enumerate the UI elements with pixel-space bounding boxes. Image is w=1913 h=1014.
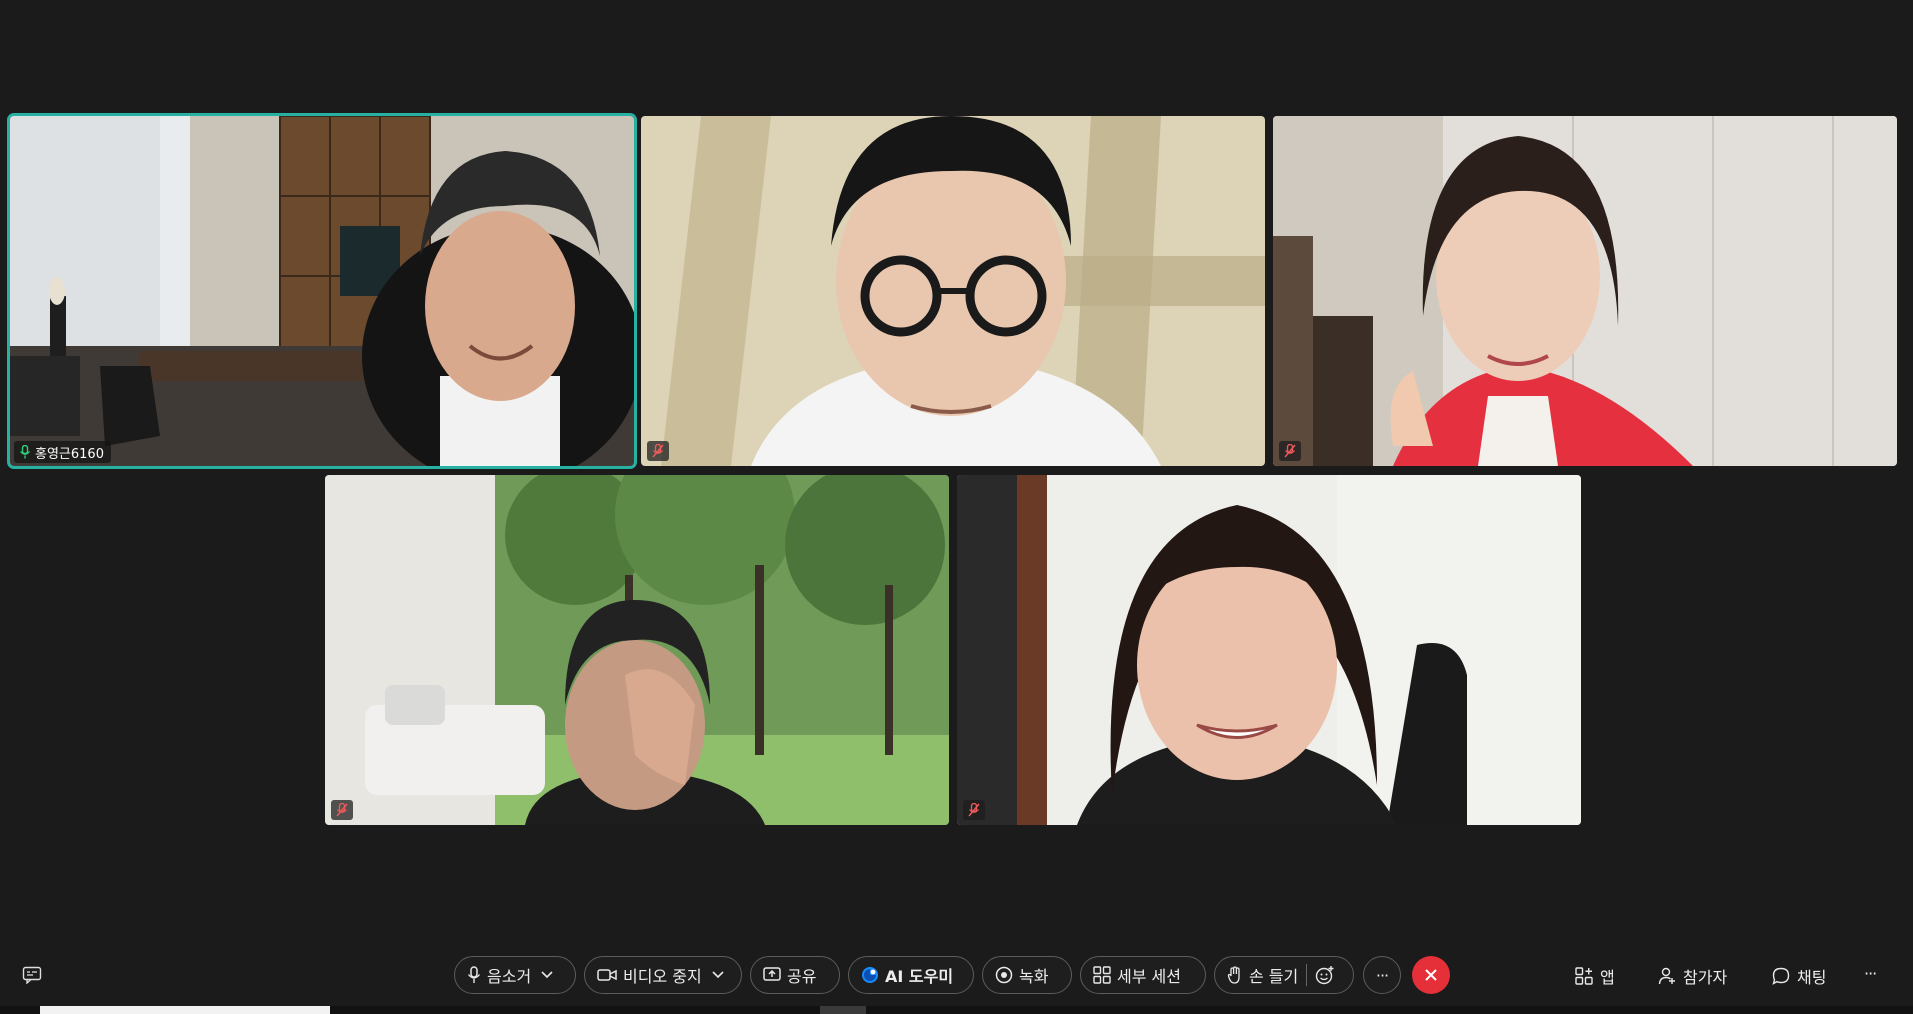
stop-video-label: 비디오 중지 [623, 967, 702, 986]
breakout-sessions-button[interactable]: 세부 세션 [1080, 956, 1206, 994]
participants-icon [1658, 967, 1675, 985]
share-label: 공유 [787, 967, 817, 986]
end-call-button[interactable] [1412, 956, 1450, 994]
muted-indicator [963, 800, 985, 820]
more-options-label: ··· [1375, 965, 1389, 985]
record-button[interactable]: 녹화 [982, 956, 1072, 994]
muted-indicator [331, 800, 353, 820]
share-screen-icon [763, 967, 781, 981]
video-tile-1[interactable]: 홍영근6160 [7, 113, 637, 469]
record-icon [995, 966, 1013, 984]
raise-hand-button[interactable]: 손 들기 [1214, 956, 1354, 994]
participant-video-5 [957, 475, 1581, 825]
ai-assistant-icon [862, 967, 878, 983]
chat-label: 채팅 [1797, 968, 1827, 987]
taskbar-segment [820, 1006, 866, 1014]
more-options-button[interactable]: ··· [1363, 956, 1401, 994]
captions-button[interactable] [22, 966, 42, 988]
participant-video-3 [1273, 116, 1897, 466]
muted-indicator [1279, 441, 1301, 461]
share-button[interactable]: 공유 [750, 956, 840, 994]
muted-indicator [647, 441, 669, 461]
mute-button[interactable]: 음소거 [454, 956, 576, 994]
participant-video-4 [325, 475, 949, 825]
apps-label: 앱 [1600, 968, 1615, 987]
participant-name-tag: 홍영근6160 [14, 441, 111, 463]
video-tile-4[interactable] [325, 475, 949, 825]
microphone-muted-icon [1284, 444, 1296, 458]
microphone-muted-icon [968, 803, 980, 817]
microphone-muted-icon [336, 803, 348, 817]
video-tile-2[interactable] [641, 116, 1265, 466]
panel-more-label: ··· [1864, 964, 1877, 983]
microphone-icon [467, 966, 481, 983]
participant-video-2 [641, 116, 1265, 466]
microphone-icon [19, 445, 31, 459]
participant-video-1 [10, 116, 634, 466]
video-camera-icon [597, 969, 617, 981]
participant-name: 홍영근6160 [35, 446, 104, 462]
chevron-down-icon[interactable] [541, 971, 553, 979]
toolbar-divider [1306, 964, 1308, 986]
chat-bubble-icon [1772, 967, 1790, 985]
raise-hand-label: 손 들기 [1249, 967, 1299, 986]
chevron-down-icon[interactable] [712, 971, 724, 979]
closed-captions-icon [22, 966, 42, 985]
hand-icon [1227, 966, 1240, 984]
ai-assistant-button[interactable]: AI 도우미 [848, 956, 974, 994]
record-label: 녹화 [1019, 967, 1049, 986]
taskbar-window-tab[interactable] [40, 1006, 330, 1014]
breakout-grid-icon [1093, 966, 1111, 984]
video-tile-3[interactable] [1273, 116, 1897, 466]
participants-label: 참가자 [1683, 968, 1728, 987]
stop-video-button[interactable]: 비디오 중지 [584, 956, 742, 994]
apps-icon [1575, 967, 1593, 985]
mute-label: 음소거 [487, 967, 532, 986]
panel-more-button[interactable]: ··· [1864, 964, 1877, 983]
chat-button[interactable]: 채팅 [1772, 964, 1826, 988]
meeting-toolbar: 음소거 비디오 중지 공유 AI 도우미 녹화 세부 세션 손 들기 ··· 앱… [0, 954, 1913, 998]
breakout-sessions-label: 세부 세션 [1117, 967, 1181, 986]
video-tile-5[interactable] [957, 475, 1581, 825]
apps-button[interactable]: 앱 [1575, 964, 1615, 988]
close-icon [1425, 969, 1437, 981]
ai-assistant-label: AI 도우미 [885, 967, 954, 986]
participants-button[interactable]: 참가자 [1658, 964, 1727, 988]
reactions-emoji-icon[interactable] [1315, 965, 1335, 985]
microphone-muted-icon [652, 444, 664, 458]
